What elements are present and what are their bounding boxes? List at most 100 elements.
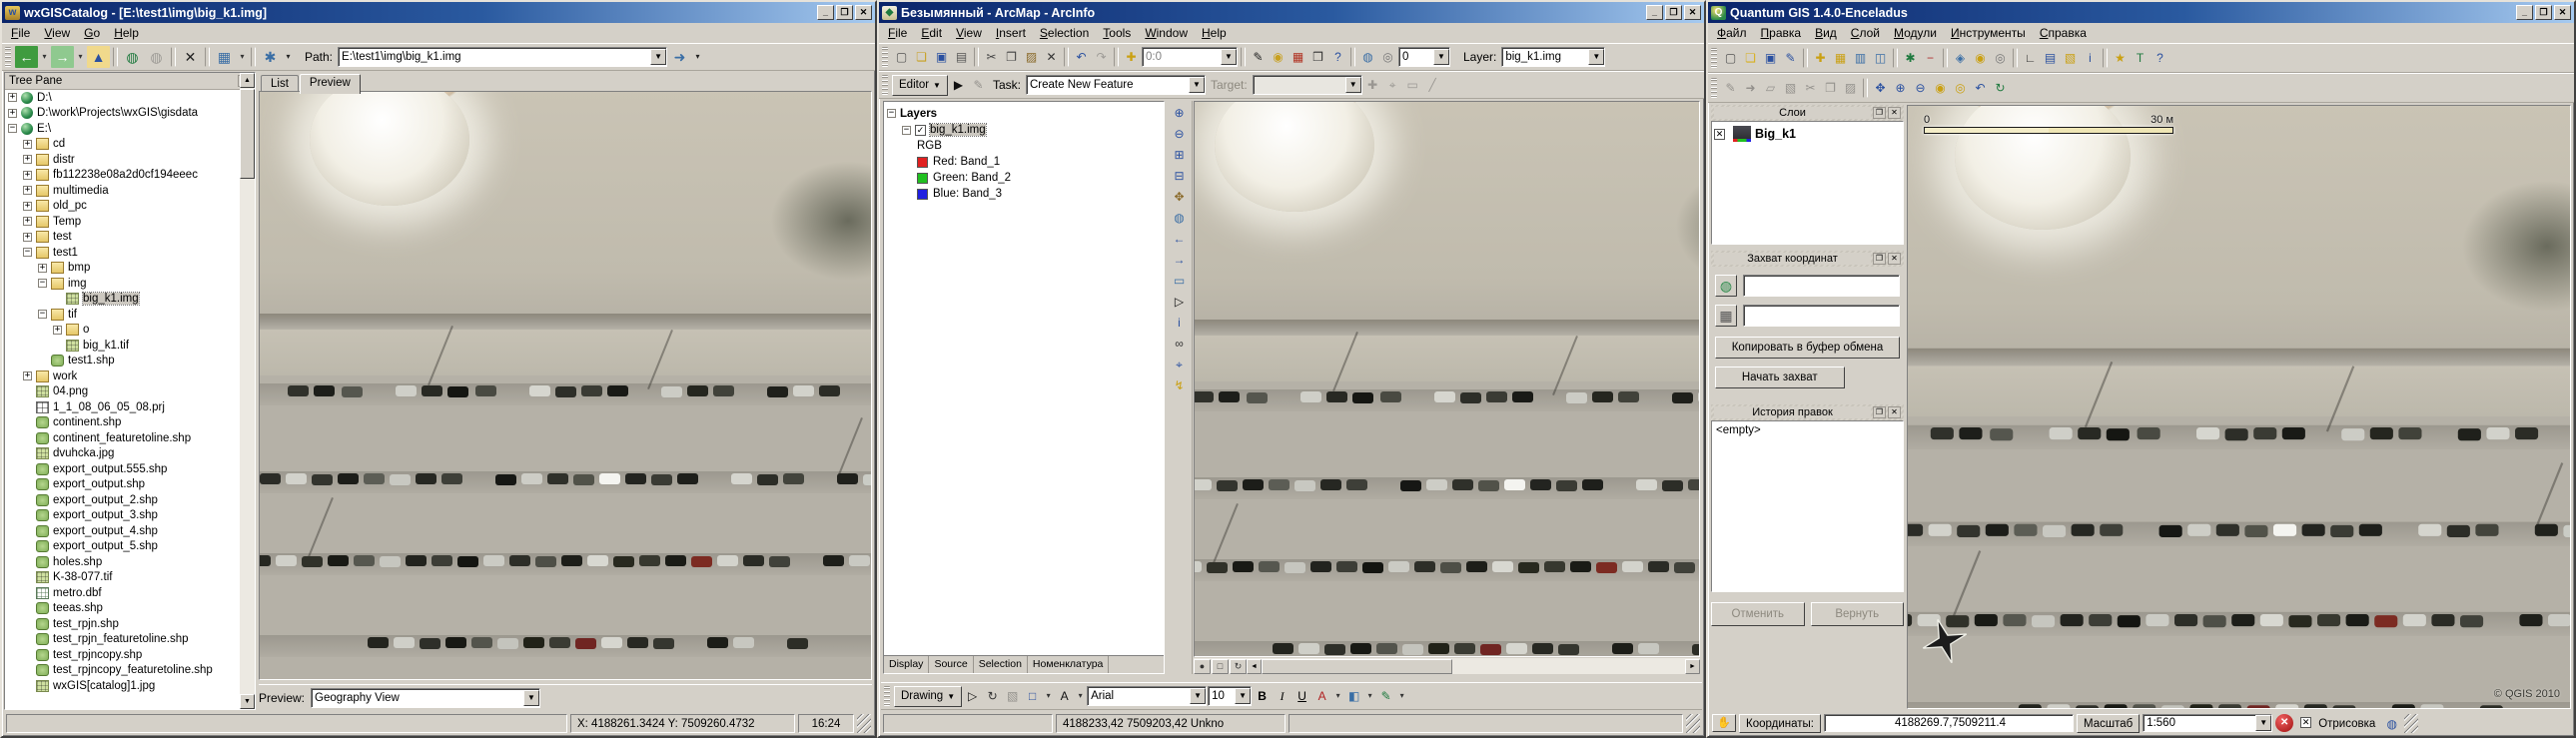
toolbar-grip[interactable] (882, 75, 888, 95)
scroll-left-icon[interactable]: ◄ (1247, 659, 1262, 674)
zoom-in-icon[interactable]: ⊕ (1891, 78, 1910, 98)
underline-button[interactable]: U (1292, 686, 1311, 706)
separator[interactable] (1064, 47, 1069, 67)
drawing-menu-button[interactable]: Drawing ▼ (894, 686, 962, 707)
copy-features-icon[interactable]: ❐ (1821, 78, 1840, 98)
remove-layer-icon[interactable]: − (1921, 48, 1940, 68)
arccatalog-icon[interactable]: ◉ (1269, 47, 1288, 67)
layer-visibility-checkbox[interactable]: ✓ (915, 125, 926, 136)
paste-features-icon[interactable]: ▨ (1841, 78, 1860, 98)
toc-symbology-row[interactable]: RGB (884, 139, 1164, 155)
separator[interactable] (1863, 78, 1868, 98)
minimize-button[interactable]: _ (817, 5, 834, 20)
tree-item[interactable]: metro.dbf (5, 585, 240, 601)
separator[interactable] (171, 47, 176, 67)
zoom-layout-globe-icon[interactable]: ◎ (1378, 47, 1397, 67)
expand-toggle-icon[interactable]: − (887, 109, 896, 118)
task-combo[interactable]: Create New Feature ▼ (1026, 75, 1206, 95)
menu-item[interactable]: Вид (1808, 24, 1844, 42)
resize-grip[interactable] (1686, 714, 1700, 733)
edit-history-header[interactable]: История правок ❐ ✕ (1711, 404, 1904, 420)
coordinates-field[interactable]: 4188269.7,7509211.4 (1824, 714, 2074, 732)
separator[interactable] (113, 47, 118, 67)
pan-icon[interactable]: ✥ (1170, 187, 1189, 207)
render-checkbox[interactable]: ✕ (2300, 717, 2311, 728)
drawing-zoombox-icon[interactable]: ▧ (1003, 686, 1022, 706)
tree-item[interactable]: export_output.555.shp (5, 461, 240, 477)
hyperlink-icon[interactable]: ↯ (1170, 375, 1189, 395)
toc-band-row[interactable]: Green: Band_2 (884, 170, 1164, 186)
toc-band-row[interactable]: Red: Band_1 (884, 154, 1164, 170)
scale-combo[interactable]: 1:560 ▼ (2143, 714, 2272, 732)
redo-button[interactable]: Вернуть (1811, 602, 1905, 626)
expand-toggle-icon[interactable]: + (23, 171, 32, 180)
open-map-icon[interactable]: ❏ (912, 47, 931, 67)
expand-toggle-icon[interactable]: − (23, 248, 32, 257)
tree-item[interactable]: test_rpjncopy_featuretoline.shp (5, 663, 240, 679)
delete-icon[interactable]: ✕ (1042, 47, 1061, 67)
close-button[interactable]: ✕ (2554, 5, 2571, 20)
separator[interactable] (1803, 48, 1808, 68)
menu-item[interactable]: Файл (1710, 24, 1754, 42)
tree-item[interactable]: 04.png (5, 384, 240, 400)
tree-item[interactable]: big_k1.img (5, 292, 240, 308)
preview-canvas[interactable] (259, 91, 872, 680)
help-icon[interactable]: ? (2150, 48, 2169, 68)
map-scale-arrow[interactable]: ▼ (1221, 49, 1237, 65)
separator[interactable] (1943, 48, 1948, 68)
separator[interactable] (2013, 48, 2018, 68)
maximize-button[interactable]: ❐ (1665, 5, 1682, 20)
tree-item[interactable]: continent.shp (5, 415, 240, 431)
tree-item[interactable]: +cd (5, 137, 240, 153)
zoom-full-icon[interactable]: ◉ (1931, 78, 1950, 98)
bookmark-icon[interactable]: ★ (2111, 48, 2130, 68)
tree-item[interactable]: dvuhcka.jpg (5, 446, 240, 462)
projection-icon[interactable]: ◍ (2382, 714, 2401, 734)
h-scrollbar-thumb[interactable] (1262, 659, 1452, 674)
tree-item[interactable]: export_output_5.shp (5, 539, 240, 555)
scrollbar-thumb[interactable] (240, 89, 255, 179)
expand-toggle-icon[interactable]: + (23, 202, 32, 211)
coordinate-field-crs[interactable] (1743, 275, 1900, 297)
tree-item[interactable]: wxGIS[catalog]1.jpg (5, 678, 240, 694)
arctoolbox-icon[interactable]: ▦ (1288, 47, 1307, 67)
resize-grip[interactable] (2404, 714, 2418, 733)
menu-item[interactable]: Справка (2033, 24, 2094, 42)
arcmap-map-canvas[interactable] (1194, 101, 1700, 657)
tree-item[interactable]: +work (5, 369, 240, 384)
menu-item[interactable]: Слой (1844, 24, 1887, 42)
toc-tab-Номенклатура[interactable]: Номенклатура (1028, 656, 1109, 673)
fill-color-icon[interactable]: ◧ (1344, 686, 1363, 706)
undo-button[interactable]: Отменить (1711, 602, 1805, 626)
cut-icon[interactable]: ✂ (982, 47, 1001, 67)
forward-extent-icon[interactable]: → (1170, 250, 1189, 270)
target-combo-arrow[interactable]: ▼ (1345, 77, 1361, 93)
delete-item-icon[interactable]: ✕ (179, 46, 202, 68)
toc-tab-Display[interactable]: Display (884, 656, 929, 673)
expand-toggle-icon[interactable]: + (23, 140, 32, 149)
menu-item[interactable]: Window (1138, 24, 1195, 42)
line-color-dropdown[interactable]: ▾ (1396, 685, 1407, 707)
toc-band-row[interactable]: Blue: Band_3 (884, 186, 1164, 202)
tree-item[interactable]: +multimedia (5, 183, 240, 199)
back-icon[interactable]: ← (15, 46, 38, 68)
expand-toggle-icon[interactable]: − (8, 124, 17, 133)
zoom-last-icon[interactable]: ↶ (1971, 78, 1990, 98)
toolbar-grip[interactable] (1711, 78, 1717, 98)
hide-all-layers-icon[interactable]: ◎ (1991, 48, 2010, 68)
tree-item[interactable]: +fb112238e08a2d0cf194eeec (5, 168, 240, 184)
maximize-button[interactable]: ❐ (836, 5, 853, 20)
expand-toggle-icon[interactable]: + (23, 186, 32, 195)
tree-item[interactable]: K-38-077.tif (5, 570, 240, 586)
whats-this-icon[interactable]: ? (1328, 47, 1347, 67)
add-to-overview-icon[interactable]: ◈ (1951, 48, 1970, 68)
path-combo[interactable]: E:\test1\img\big_k1.img ▼ (338, 47, 667, 67)
delete-selected-icon[interactable]: ▧ (1781, 78, 1800, 98)
zoom-out-icon[interactable]: ⊖ (1911, 78, 1930, 98)
dock-float-icon[interactable]: ❐ (1873, 253, 1886, 265)
select-features-icon[interactable]: ▭ (1170, 271, 1189, 291)
dock-float-icon[interactable]: ❐ (1873, 406, 1886, 418)
start-capture-button[interactable]: Начать захват (1715, 367, 1845, 388)
tree-item[interactable]: export_output_3.shp (5, 508, 240, 524)
sketch-tool-icon[interactable]: ✎ (969, 75, 988, 95)
